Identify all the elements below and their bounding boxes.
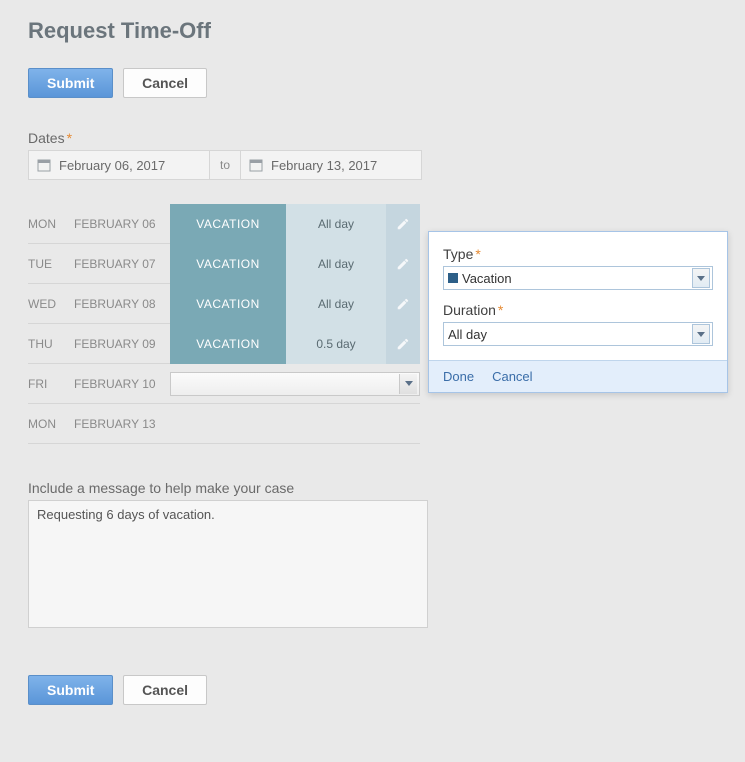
- day-type-badge: VACATION: [170, 204, 286, 244]
- popover-cancel-link[interactable]: Cancel: [492, 369, 532, 384]
- day-date: FEBRUARY 07: [74, 257, 170, 271]
- from-date-input[interactable]: February 06, 2017: [28, 150, 210, 180]
- day-row: WEDFEBRUARY 08VACATIONAll day: [28, 284, 420, 324]
- day-dow: MON: [28, 417, 74, 431]
- calendar-icon: [249, 158, 263, 172]
- popover-duration-label-text: Duration: [443, 302, 496, 318]
- popover-duration-select[interactable]: All day: [443, 322, 713, 346]
- calendar-icon: [37, 158, 51, 172]
- cancel-button[interactable]: Cancel: [123, 675, 207, 705]
- submit-button[interactable]: Submit: [28, 675, 113, 705]
- chevron-down-icon: [399, 374, 417, 394]
- dates-label: Dates*: [28, 130, 717, 146]
- day-dow: WED: [28, 297, 74, 311]
- popover-type-select[interactable]: Vacation: [443, 266, 713, 290]
- popover-type-label: Type*: [443, 246, 713, 262]
- top-button-row: Submit Cancel: [28, 68, 717, 98]
- day-date: FEBRUARY 13: [74, 417, 170, 431]
- day-row: MONFEBRUARY 13: [28, 404, 420, 444]
- day-date: FEBRUARY 10: [74, 377, 170, 391]
- edit-icon[interactable]: [386, 324, 420, 364]
- to-date-input[interactable]: February 13, 2017: [240, 150, 422, 180]
- edit-popover: Type* Vacation Duration* All day Done Ca…: [428, 231, 728, 393]
- required-indicator: *: [498, 302, 503, 318]
- day-duration: All day: [286, 244, 386, 284]
- day-duration: All day: [286, 284, 386, 324]
- day-duration: All day: [286, 204, 386, 244]
- to-label: to: [210, 150, 240, 180]
- dates-row: February 06, 2017 to February 13, 2017: [28, 150, 717, 180]
- popover-duration-value: All day: [448, 327, 692, 342]
- day-dow: TUE: [28, 257, 74, 271]
- day-type-badge: VACATION: [170, 284, 286, 324]
- to-date-value: February 13, 2017: [271, 158, 377, 173]
- message-textarea[interactable]: Requesting 6 days of vacation.: [28, 500, 428, 628]
- from-date-value: February 06, 2017: [59, 158, 165, 173]
- popover-type-value: Vacation: [462, 271, 692, 286]
- day-row: FRIFEBRUARY 10: [28, 364, 420, 404]
- dates-label-text: Dates: [28, 130, 65, 146]
- day-row: TUEFEBRUARY 07VACATIONAll day: [28, 244, 420, 284]
- required-indicator: *: [475, 246, 480, 262]
- submit-button[interactable]: Submit: [28, 68, 113, 98]
- day-type-badge: VACATION: [170, 324, 286, 364]
- popover-footer: Done Cancel: [429, 360, 727, 392]
- day-type-select[interactable]: [170, 372, 420, 396]
- message-label: Include a message to help make your case: [28, 480, 717, 496]
- day-table: MONFEBRUARY 06VACATIONAll dayTUEFEBRUARY…: [28, 204, 420, 444]
- required-indicator: *: [67, 130, 72, 146]
- day-type-badge: VACATION: [170, 244, 286, 284]
- popover-type-label-text: Type: [443, 246, 473, 262]
- popover-done-link[interactable]: Done: [443, 369, 474, 384]
- day-dow: FRI: [28, 377, 74, 391]
- day-date: FEBRUARY 08: [74, 297, 170, 311]
- bottom-button-row: Submit Cancel: [28, 675, 717, 705]
- chevron-down-icon: [692, 324, 710, 344]
- page-title: Request Time-Off: [28, 18, 717, 44]
- edit-icon[interactable]: [386, 204, 420, 244]
- day-row: MONFEBRUARY 06VACATIONAll day: [28, 204, 420, 244]
- day-date: FEBRUARY 06: [74, 217, 170, 231]
- chevron-down-icon: [692, 268, 710, 288]
- day-date: FEBRUARY 09: [74, 337, 170, 351]
- type-color-swatch: [448, 273, 458, 283]
- day-dow: MON: [28, 217, 74, 231]
- cancel-button[interactable]: Cancel: [123, 68, 207, 98]
- day-duration: 0.5 day: [286, 324, 386, 364]
- day-dow: THU: [28, 337, 74, 351]
- popover-duration-label: Duration*: [443, 302, 713, 318]
- day-row: THUFEBRUARY 09VACATION0.5 day: [28, 324, 420, 364]
- edit-icon[interactable]: [386, 244, 420, 284]
- edit-icon[interactable]: [386, 284, 420, 324]
